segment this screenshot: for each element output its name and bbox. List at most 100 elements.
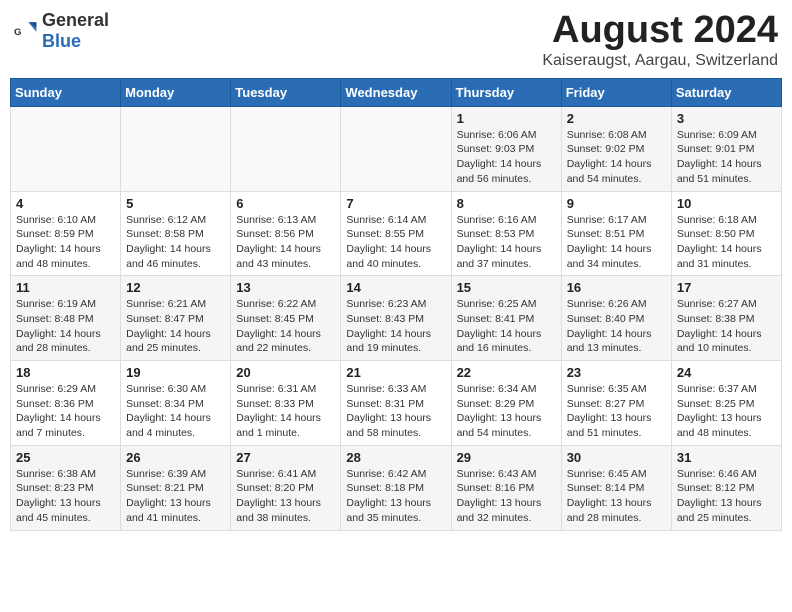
day-info: Sunrise: 6:31 AM Sunset: 8:33 PM Dayligh… — [236, 382, 335, 441]
day-info: Sunrise: 6:43 AM Sunset: 8:16 PM Dayligh… — [457, 467, 556, 526]
day-number: 19 — [126, 365, 225, 380]
day-number: 28 — [346, 450, 445, 465]
day-of-week-header: Friday — [561, 78, 671, 106]
calendar-cell: 15Sunrise: 6:25 AM Sunset: 8:41 PM Dayli… — [451, 276, 561, 361]
day-number: 24 — [677, 365, 776, 380]
day-info: Sunrise: 6:37 AM Sunset: 8:25 PM Dayligh… — [677, 382, 776, 441]
day-number: 17 — [677, 280, 776, 295]
calendar-cell: 18 Sunrise: 6:29 AM Sunset: 8:36 PM Dayli… — [11, 361, 121, 446]
day-number: 4 — [16, 196, 115, 211]
calendar-cell: 9 Sunrise: 6:17 AM Sunset: 8:51 PM Daylig… — [561, 191, 671, 276]
day-info: Sunrise: 6:33 AM Sunset: 8:31 PM Dayligh… — [346, 382, 445, 441]
day-number: 26 — [126, 450, 225, 465]
day-number: 18 — [16, 365, 115, 380]
title-block: August 2024 Kaiseraugst, Aargau, Switzer… — [542, 10, 778, 70]
day-info: Sunrise: 6:17 AM Sunset: 8:51 PM Dayligh… — [567, 213, 666, 272]
logo-blue: Blue — [42, 31, 81, 51]
day-number: 29 — [457, 450, 556, 465]
day-number: 13 — [236, 280, 335, 295]
day-info: Sunrise: 6:13 AM Sunset: 8:56 PM Dayligh… — [236, 213, 335, 272]
logo-text: General Blue — [42, 10, 109, 52]
day-info: Sunrise: 6:18 AM Sunset: 8:50 PM Dayligh… — [677, 213, 776, 272]
svg-text:G: G — [14, 27, 21, 38]
day-info: Sunrise: 6:08 AM Sunset: 9:02 PM Dayligh… — [567, 128, 666, 187]
day-info: Sunrise: 6:09 AM Sunset: 9:01 PM Dayligh… — [677, 128, 776, 187]
calendar-cell: 23 Sunrise: 6:35 AM Sunset: 8:27 PM Dayli… — [561, 361, 671, 446]
calendar-cell: 26Sunrise: 6:39 AM Sunset: 8:21 PM Dayli… — [121, 445, 231, 530]
calendar-week-row: 11 Sunrise: 6:19 AM Sunset: 8:48 PM Dayli… — [11, 276, 782, 361]
day-number: 22 — [457, 365, 556, 380]
day-info: Sunrise: 6:25 AM Sunset: 8:41 PM Dayligh… — [457, 297, 556, 356]
day-number: 8 — [457, 196, 556, 211]
day-of-week-header: Tuesday — [231, 78, 341, 106]
day-number: 1 — [457, 111, 556, 126]
calendar-cell: 16Sunrise: 6:26 AM Sunset: 8:40 PM Dayli… — [561, 276, 671, 361]
calendar-cell: 25 Sunrise: 6:38 AM Sunset: 8:23 PM Dayli… — [11, 445, 121, 530]
day-info: Sunrise: 6:27 AM Sunset: 8:38 PM Dayligh… — [677, 297, 776, 356]
calendar-cell: 11 Sunrise: 6:19 AM Sunset: 8:48 PM Dayli… — [11, 276, 121, 361]
calendar-cell: 5Sunrise: 6:12 AM Sunset: 8:58 PM Daylig… — [121, 191, 231, 276]
day-number: 30 — [567, 450, 666, 465]
day-number: 23 — [567, 365, 666, 380]
day-info: Sunrise: 6:12 AM Sunset: 8:58 PM Dayligh… — [126, 213, 225, 272]
calendar-cell: 17 Sunrise: 6:27 AM Sunset: 8:38 PM Dayli… — [671, 276, 781, 361]
day-info: Sunrise: 6:42 AM Sunset: 8:18 PM Dayligh… — [346, 467, 445, 526]
calendar-cell: 24 Sunrise: 6:37 AM Sunset: 8:25 PM Dayli… — [671, 361, 781, 446]
calendar-cell: 8 Sunrise: 6:16 AM Sunset: 8:53 PM Daylig… — [451, 191, 561, 276]
calendar-cell: 21 Sunrise: 6:33 AM Sunset: 8:31 PM Dayli… — [341, 361, 451, 446]
day-number: 12 — [126, 280, 225, 295]
day-number: 27 — [236, 450, 335, 465]
calendar-cell: 3Sunrise: 6:09 AM Sunset: 9:01 PM Daylig… — [671, 106, 781, 191]
day-info: Sunrise: 6:22 AM Sunset: 8:45 PM Dayligh… — [236, 297, 335, 356]
day-info: Sunrise: 6:35 AM Sunset: 8:27 PM Dayligh… — [567, 382, 666, 441]
day-of-week-header: Sunday — [11, 78, 121, 106]
location-title: Kaiseraugst, Aargau, Switzerland — [542, 52, 778, 70]
day-info: Sunrise: 6:21 AM Sunset: 8:47 PM Dayligh… — [126, 297, 225, 356]
logo-general: General — [42, 10, 109, 30]
day-info: Sunrise: 6:29 AM Sunset: 8:36 PM Dayligh… — [16, 382, 115, 441]
day-info: Sunrise: 6:45 AM Sunset: 8:14 PM Dayligh… — [567, 467, 666, 526]
day-info: Sunrise: 6:46 AM Sunset: 8:12 PM Dayligh… — [677, 467, 776, 526]
calendar-cell — [11, 106, 121, 191]
page-header: G General Blue August 2024 Kaiseraugst, … — [10, 10, 782, 70]
calendar-cell: 10 Sunrise: 6:18 AM Sunset: 8:50 PM Dayli… — [671, 191, 781, 276]
calendar-cell: 20Sunrise: 6:31 AM Sunset: 8:33 PM Dayli… — [231, 361, 341, 446]
day-number: 14 — [346, 280, 445, 295]
day-info: Sunrise: 6:38 AM Sunset: 8:23 PM Dayligh… — [16, 467, 115, 526]
calendar-week-row: 1 Sunrise: 6:06 AM Sunset: 9:03 PM Daylig… — [11, 106, 782, 191]
calendar-cell — [341, 106, 451, 191]
calendar-cell: 1 Sunrise: 6:06 AM Sunset: 9:03 PM Daylig… — [451, 106, 561, 191]
day-info: Sunrise: 6:06 AM Sunset: 9:03 PM Dayligh… — [457, 128, 556, 187]
day-number: 16 — [567, 280, 666, 295]
day-info: Sunrise: 6:30 AM Sunset: 8:34 PM Dayligh… — [126, 382, 225, 441]
calendar-cell — [231, 106, 341, 191]
day-of-week-header: Wednesday — [341, 78, 451, 106]
calendar-cell: 4Sunrise: 6:10 AM Sunset: 8:59 PM Daylig… — [11, 191, 121, 276]
logo-icon: G — [14, 19, 38, 43]
day-number: 21 — [346, 365, 445, 380]
day-number: 6 — [236, 196, 335, 211]
calendar-table: SundayMondayTuesdayWednesdayThursdayFrid… — [10, 78, 782, 531]
calendar-cell: 30 Sunrise: 6:45 AM Sunset: 8:14 PM Dayli… — [561, 445, 671, 530]
day-number: 9 — [567, 196, 666, 211]
day-info: Sunrise: 6:23 AM Sunset: 8:43 PM Dayligh… — [346, 297, 445, 356]
day-of-week-header: Thursday — [451, 78, 561, 106]
day-info: Sunrise: 6:19 AM Sunset: 8:48 PM Dayligh… — [16, 297, 115, 356]
calendar-cell — [121, 106, 231, 191]
day-number: 25 — [16, 450, 115, 465]
logo: G General Blue — [14, 10, 109, 52]
day-number: 2 — [567, 111, 666, 126]
day-info: Sunrise: 6:14 AM Sunset: 8:55 PM Dayligh… — [346, 213, 445, 272]
day-info: Sunrise: 6:16 AM Sunset: 8:53 PM Dayligh… — [457, 213, 556, 272]
day-info: Sunrise: 6:34 AM Sunset: 8:29 PM Dayligh… — [457, 382, 556, 441]
calendar-cell: 31Sunrise: 6:46 AM Sunset: 8:12 PM Dayli… — [671, 445, 781, 530]
calendar-week-row: 18 Sunrise: 6:29 AM Sunset: 8:36 PM Dayli… — [11, 361, 782, 446]
calendar-header-row: SundayMondayTuesdayWednesdayThursdayFrid… — [11, 78, 782, 106]
calendar-cell: 2 Sunrise: 6:08 AM Sunset: 9:02 PM Daylig… — [561, 106, 671, 191]
day-number: 7 — [346, 196, 445, 211]
day-number: 11 — [16, 280, 115, 295]
calendar-cell: 27Sunrise: 6:41 AM Sunset: 8:20 PM Dayli… — [231, 445, 341, 530]
calendar-cell: 29 Sunrise: 6:43 AM Sunset: 8:16 PM Dayli… — [451, 445, 561, 530]
day-of-week-header: Saturday — [671, 78, 781, 106]
day-number: 10 — [677, 196, 776, 211]
